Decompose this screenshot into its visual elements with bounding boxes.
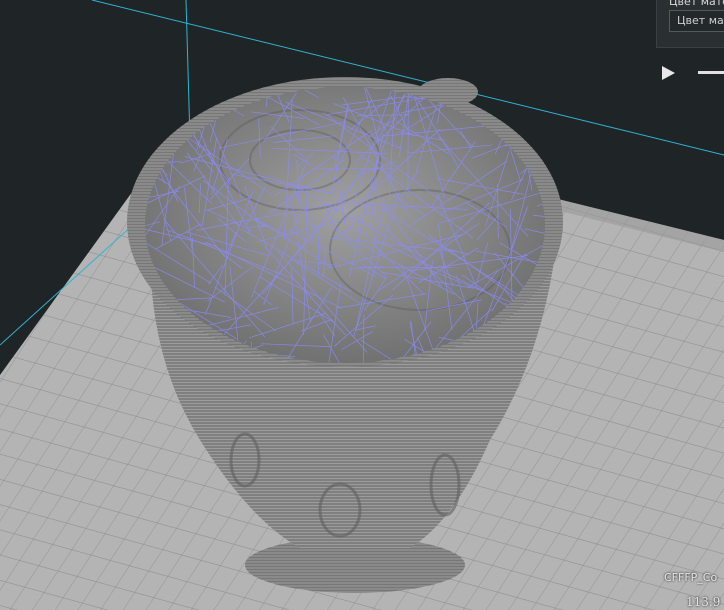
travel-move-line: [529, 90, 544, 117]
travel-move-line: [531, 96, 545, 159]
travel-move-line: [145, 87, 170, 136]
color-scheme-select[interactable]: Цвет мат: [669, 10, 724, 32]
color-scheme-label: Цвет материала: [669, 0, 724, 8]
3d-viewport[interactable]: [0, 0, 724, 610]
travel-move-line: [207, 87, 212, 99]
color-scheme-panel: Цвет материала Цвет мат: [656, 0, 724, 48]
play-icon[interactable]: [660, 65, 676, 81]
job-name: CFFFP_Co: [664, 571, 718, 584]
travel-move-line: [472, 87, 498, 108]
axis-line: [185, 0, 191, 141]
job-info: 113.9: [686, 595, 721, 609]
layer-slider-track[interactable]: [698, 71, 724, 74]
